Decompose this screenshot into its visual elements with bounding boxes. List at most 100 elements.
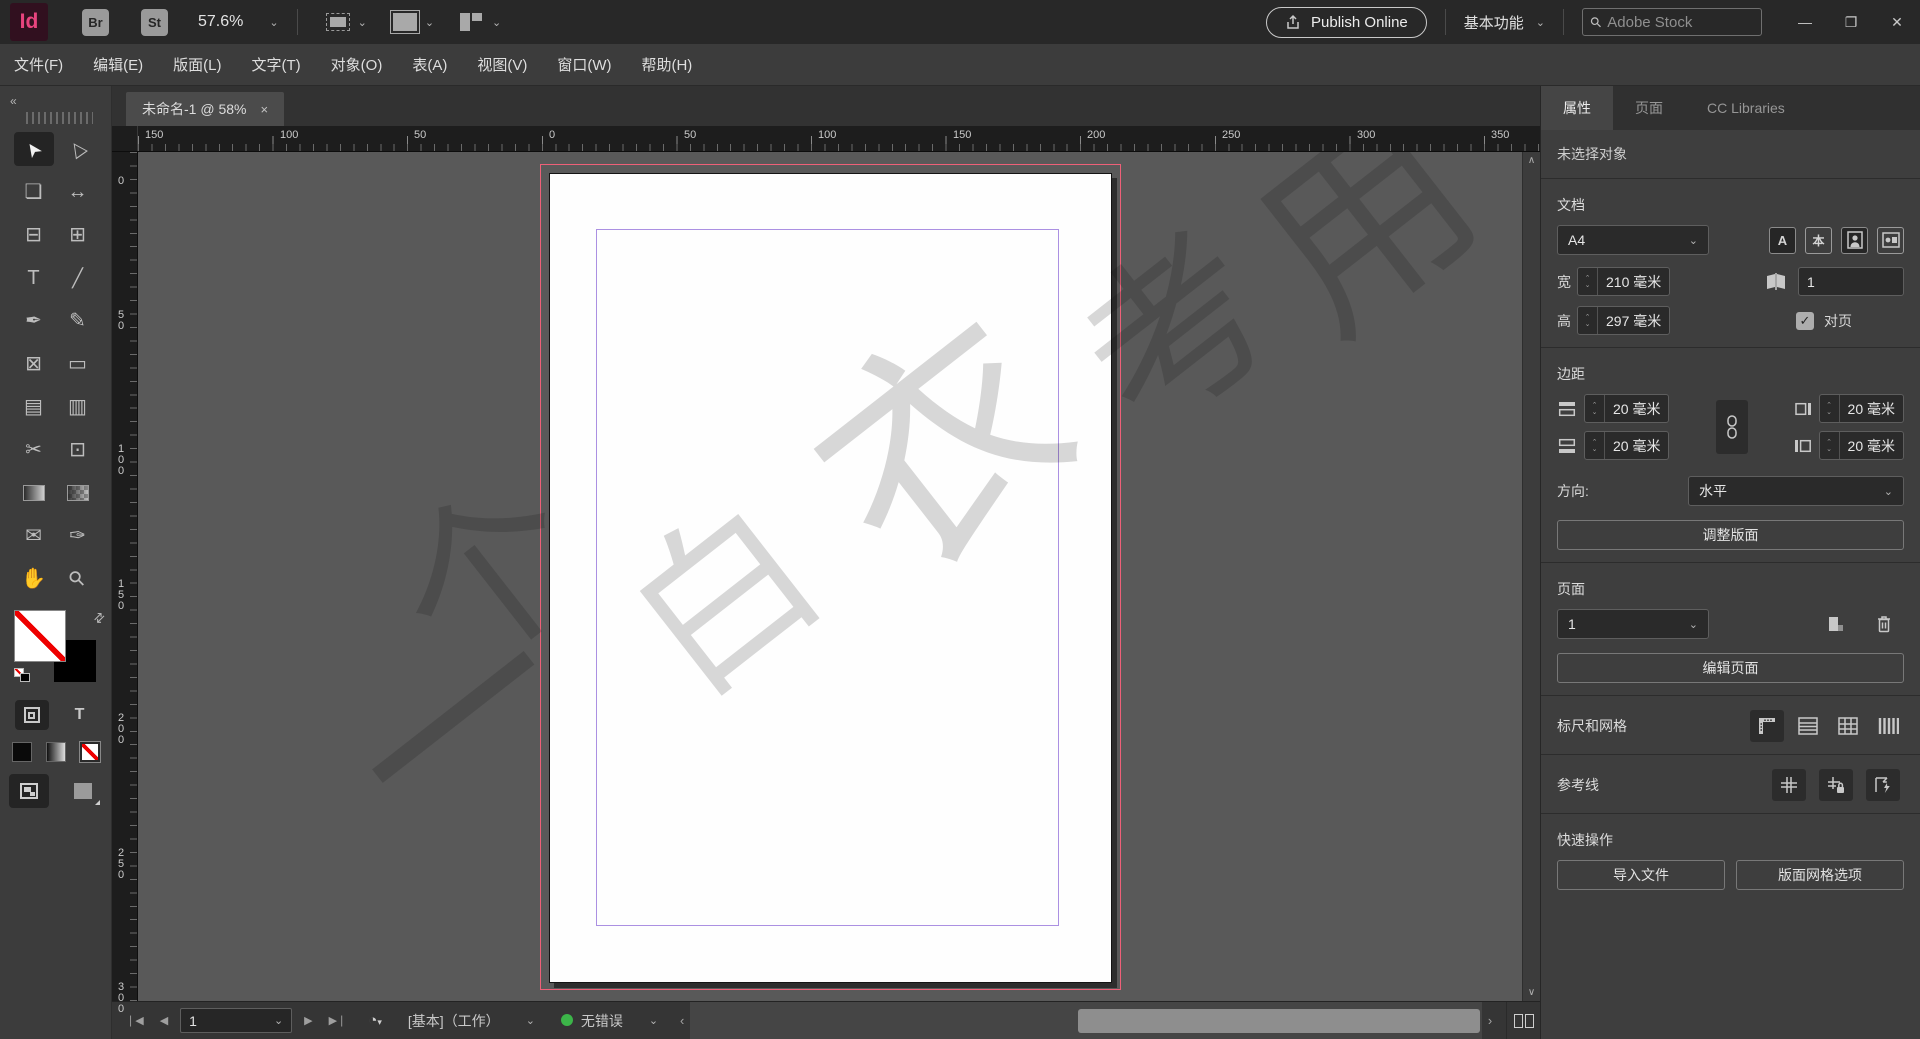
selection-tool[interactable]: ➤ <box>13 132 54 166</box>
menu-item-file[interactable]: 文件(F) <box>14 54 63 75</box>
show-guides-button[interactable] <box>1772 769 1806 801</box>
content-placer-tool[interactable]: ⊞ <box>58 218 98 252</box>
search-input[interactable] <box>1607 13 1728 31</box>
menu-item-object[interactable]: 对象(O) <box>331 54 383 75</box>
workspace-switcher[interactable]: 基本功能 ⌄ <box>1464 12 1545 33</box>
direct-selection-tool[interactable]: ▷ <box>58 132 98 166</box>
stepper-icon[interactable]: ⌃ ⌄ <box>1820 432 1840 459</box>
preflight-status-dropdown[interactable]: 无错误 ⌄ <box>560 1011 658 1031</box>
direction-dropdown[interactable]: 水平 ⌄ <box>1688 476 1904 506</box>
page-size-dropdown[interactable]: A4 ⌄ <box>1557 225 1709 255</box>
adobe-stock-search[interactable]: ⚲ <box>1582 8 1762 36</box>
menu-item-table[interactable]: 表(A) <box>412 54 447 75</box>
pen-tool[interactable]: ✒ <box>14 304 54 338</box>
stepper-icon[interactable]: ⌃ ⌄ <box>1578 268 1598 295</box>
height-field[interactable]: ⌃ ⌄ 297 毫米 <box>1577 306 1671 335</box>
close-tab-icon[interactable]: × <box>260 102 268 117</box>
stepper-icon[interactable]: ⌃ ⌄ <box>1585 432 1605 459</box>
width-field[interactable]: ⌃ ⌄ 210 毫米 <box>1577 267 1671 296</box>
formatting-affects-container-button[interactable] <box>14 700 49 730</box>
apply-color-button[interactable] <box>11 742 32 762</box>
scroll-down-icon[interactable]: ∨ <box>1528 987 1535 998</box>
baseline-grid-button[interactable] <box>1792 711 1824 741</box>
panel-tab-cc-libraries[interactable]: CC Libraries <box>1685 86 1807 130</box>
panel-grip-icon[interactable] <box>26 112 93 124</box>
margin-bottom-field[interactable]: ⌃ ⌄ 20 毫米 <box>1584 431 1670 460</box>
horizontal-scroll-thumb[interactable] <box>1078 1009 1480 1033</box>
swap-fill-stroke-icon[interactable]: ⇄ <box>90 608 109 627</box>
note-tool[interactable]: ✉ <box>14 519 54 553</box>
stock-button[interactable]: St <box>141 8 168 36</box>
scissors-tool[interactable]: ✂ <box>14 433 54 467</box>
apply-gradient-button[interactable] <box>45 742 66 762</box>
margin-outside-field[interactable]: ⌃ ⌄ 20 毫米 <box>1818 431 1904 460</box>
document-grid-button[interactable] <box>1832 711 1864 741</box>
link-margins-button[interactable] <box>1715 400 1748 454</box>
new-page-button[interactable] <box>1820 609 1852 639</box>
normal-view-mode-button[interactable] <box>8 774 49 808</box>
document-tab[interactable]: 未命名-1 @ 58% × <box>126 92 285 126</box>
arrange-documents-dropdown[interactable]: ⌄ <box>460 13 501 31</box>
panel-tab-properties[interactable]: 属性 <box>1541 86 1613 130</box>
preflight-profile-dropdown[interactable]: [基本]（工作） ⌄ <box>408 1011 535 1031</box>
menu-item-layout[interactable]: 版面(L) <box>173 54 221 75</box>
pencil-tool[interactable]: ✎ <box>58 304 98 338</box>
adjust-layout-button[interactable]: 调整版面 <box>1557 520 1904 550</box>
stepper-icon[interactable]: ⌃ ⌄ <box>1578 307 1598 334</box>
next-page-button[interactable]: ▶ <box>300 1014 316 1027</box>
scroll-left-icon[interactable]: ‹ <box>674 1013 690 1028</box>
menu-item-edit[interactable]: 编辑(E) <box>93 54 143 75</box>
last-page-button[interactable]: ▶❘ <box>325 1014 351 1027</box>
menu-item-type[interactable]: 文字(T) <box>252 54 301 75</box>
page-count-field[interactable]: 1 <box>1798 267 1904 296</box>
close-button[interactable]: ✕ <box>1874 2 1920 42</box>
writing-direction-vertical-button[interactable]: 本 <box>1805 226 1832 254</box>
horizontal-scrollbar[interactable]: ‹ › <box>674 1002 1498 1039</box>
writing-direction-horizontal-button[interactable]: A <box>1769 226 1796 254</box>
default-fill-stroke-icon[interactable] <box>14 668 30 682</box>
lock-guides-button[interactable] <box>1819 769 1853 801</box>
rectangle-tool[interactable]: ▭ <box>58 347 98 381</box>
scroll-up-icon[interactable]: ∧ <box>1528 155 1535 166</box>
hand-tool[interactable]: ✋ <box>14 562 54 596</box>
preflight-menu[interactable]: ◔▾ <box>368 1012 382 1029</box>
gradient-feather-tool[interactable] <box>58 476 98 510</box>
gradient-swatch-tool[interactable] <box>14 476 54 510</box>
fill-swatch-none[interactable] <box>14 610 66 662</box>
horizontal-grid-tool[interactable]: ▤ <box>14 390 54 424</box>
first-page-button[interactable]: ❘◀ <box>122 1014 148 1027</box>
stepper-icon[interactable]: ⌃ ⌄ <box>1585 395 1605 422</box>
spread-view-button[interactable] <box>1506 1002 1540 1039</box>
scroll-right-icon[interactable]: › <box>1482 1013 1498 1028</box>
gap-tool[interactable]: ↔ <box>58 175 98 209</box>
show-rulers-button[interactable] <box>1750 710 1784 742</box>
content-collector-tool[interactable]: ⊟ <box>14 218 54 252</box>
horizontal-ruler[interactable]: 150 100 50 0 50 100 150 200 250 300 350 <box>138 126 1540 151</box>
margin-inside-field[interactable]: ⌃ ⌄ 20 毫米 <box>1818 394 1904 423</box>
apply-none-button[interactable] <box>78 741 101 763</box>
page-number-combo[interactable]: 1 ⌄ <box>180 1008 293 1033</box>
view-options-dropdown[interactable]: ⌄ <box>325 13 367 31</box>
type-tool[interactable]: T <box>14 261 54 295</box>
horizontal-scroll-track[interactable] <box>690 1002 1482 1039</box>
delete-page-button[interactable] <box>1868 609 1900 639</box>
bridge-button[interactable]: Br <box>82 8 109 36</box>
edit-pages-button[interactable]: 编辑页面 <box>1557 653 1904 683</box>
current-page-dropdown[interactable]: 1 ⌄ <box>1557 609 1709 639</box>
margin-top-field[interactable]: ⌃ ⌄ 20 毫米 <box>1584 394 1670 423</box>
frame-grid-button[interactable] <box>1872 711 1904 741</box>
menu-item-window[interactable]: 窗口(W) <box>557 54 611 75</box>
collapse-tools-button[interactable]: « <box>0 88 111 110</box>
menu-item-view[interactable]: 视图(V) <box>477 54 527 75</box>
orientation-portrait-button[interactable] <box>1841 226 1868 254</box>
publish-online-button[interactable]: Publish Online <box>1266 6 1427 38</box>
menu-item-help[interactable]: 帮助(H) <box>641 54 692 75</box>
vertical-ruler[interactable]: 0 5 0 1 0 0 1 5 0 2 0 0 2 5 0 3 0 0 <box>112 152 138 1015</box>
minimize-button[interactable]: — <box>1782 2 1828 42</box>
zoom-level-dropdown[interactable]: 57.6% ⌄ <box>198 13 279 31</box>
screen-mode-dropdown[interactable]: ⌄ <box>389 10 434 34</box>
zoom-tool[interactable]: ⚲ <box>58 562 98 596</box>
import-file-button[interactable]: 导入文件 <box>1557 860 1725 890</box>
frame-tool[interactable]: ⊠ <box>14 347 54 381</box>
panel-tab-pages[interactable]: 页面 <box>1613 86 1685 130</box>
